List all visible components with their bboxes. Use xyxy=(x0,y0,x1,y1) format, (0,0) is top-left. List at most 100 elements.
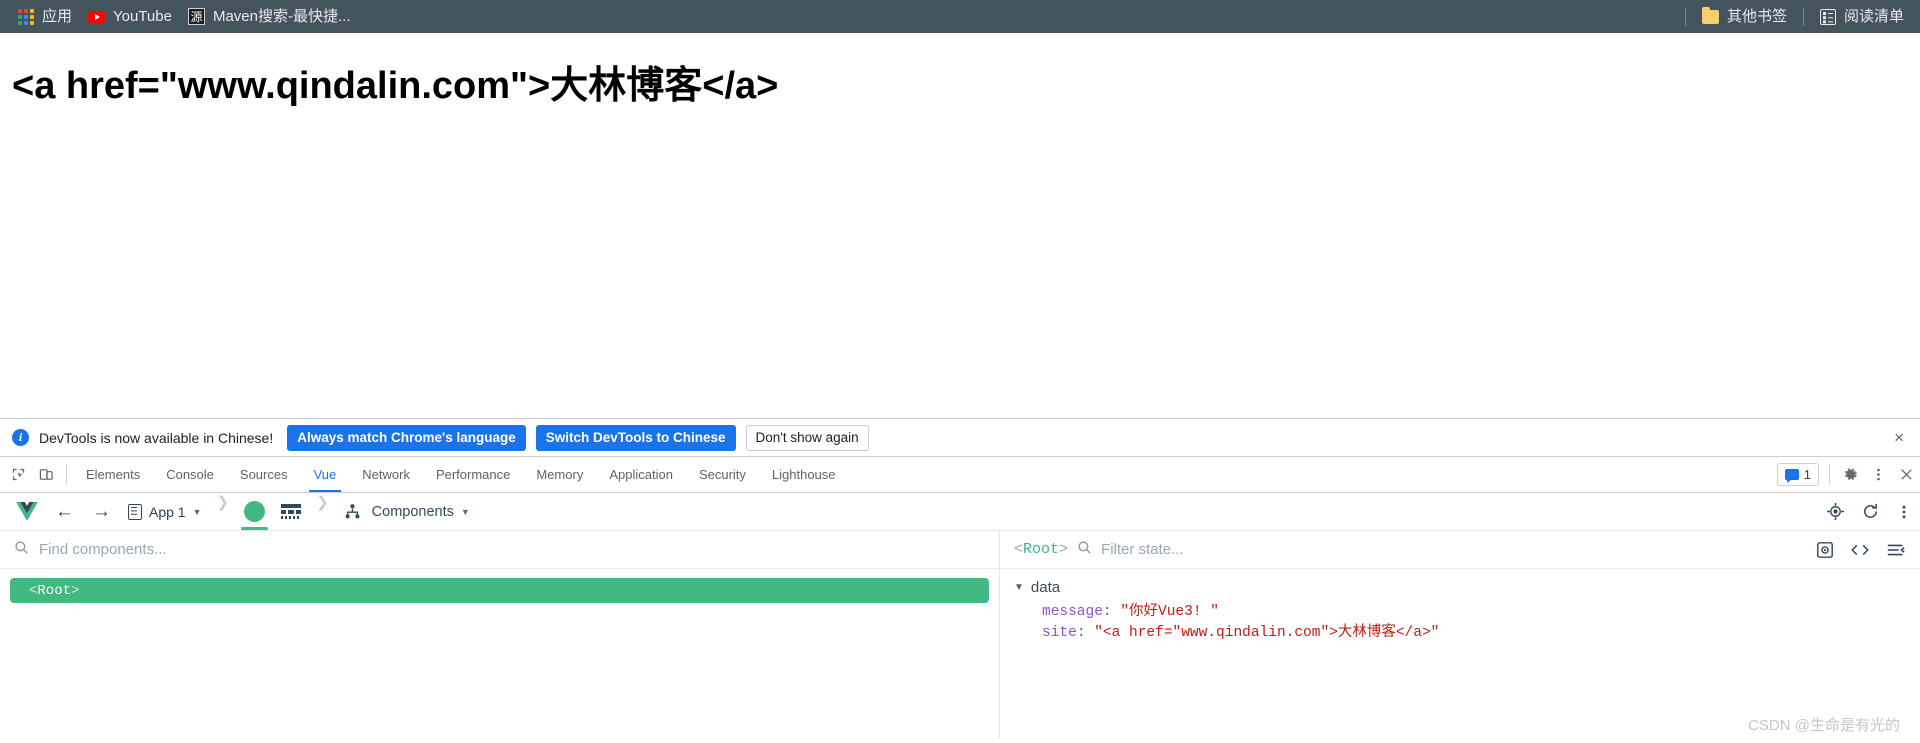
tree-item-open-bracket: < xyxy=(29,582,38,599)
forward-arrow-icon[interactable]: → xyxy=(83,493,120,530)
vue-logo-icon xyxy=(8,493,46,530)
other-bookmarks-label: 其他书签 xyxy=(1726,7,1787,25)
state-panel: <Root> Filter state... ▼ data message: "… xyxy=(1000,531,1920,738)
state-group-data[interactable]: ▼ data xyxy=(1014,579,1920,596)
vue-devtools-body: <Root> <Root> xyxy=(0,531,1920,738)
message-bubble-icon xyxy=(1784,469,1799,483)
component-tree: < Root > xyxy=(0,569,999,603)
gear-icon[interactable] xyxy=(1836,457,1864,492)
page-heading: <a href="www.qindalin.com">大林博客</a> xyxy=(12,65,779,107)
devtools-tab-bar: Elements Console Sources Vue Network Per… xyxy=(0,457,1920,493)
page-viewport: <a href="www.qindalin.com">大林博客</a> xyxy=(0,33,1920,418)
refresh-icon[interactable] xyxy=(1853,493,1888,530)
state-entry-colon: : xyxy=(1102,604,1121,620)
collapse-all-icon[interactable] xyxy=(1886,542,1906,558)
triangle-down-icon: ▼ xyxy=(1014,582,1024,593)
tabbar-divider-2 xyxy=(1829,464,1830,485)
folder-icon xyxy=(1701,6,1719,24)
vue-more-options-icon[interactable] xyxy=(1888,493,1920,530)
tabbar-spacer xyxy=(849,457,1773,492)
components-selector[interactable]: Components ▼ xyxy=(336,493,478,530)
tabbar-divider xyxy=(66,464,67,485)
back-arrow-icon[interactable]: ← xyxy=(46,493,83,530)
close-devtools-icon[interactable] xyxy=(1892,457,1920,492)
tab-application[interactable]: Application xyxy=(596,457,686,492)
always-match-language-button[interactable]: Always match Chrome's language xyxy=(287,424,526,451)
maven-icon: 源 xyxy=(187,8,205,25)
app-document-icon xyxy=(128,503,142,520)
devtools-language-notice: i DevTools is now available in Chinese! … xyxy=(0,418,1920,457)
components-panel: <Root> xyxy=(0,531,1000,738)
bookmark-maven-label: Maven搜索-最快捷... xyxy=(212,7,351,25)
inspect-element-icon[interactable] xyxy=(4,457,32,492)
tree-item-label: Root xyxy=(37,582,72,599)
reading-list-icon xyxy=(1819,8,1836,25)
breadcrumb-chevron-2: ❯ xyxy=(316,494,329,511)
state-header-actions xyxy=(1806,541,1906,559)
bookmark-apps-label: 应用 xyxy=(42,7,73,25)
selected-component-name: Root xyxy=(1023,541,1060,558)
component-tree-icon xyxy=(345,504,360,519)
state-entry-value-2: "<a href="www.qindalin.com">大林博客</a>" xyxy=(1094,625,1440,641)
state-entry-site[interactable]: site: "<a href="www.qindalin.com">大林博客</… xyxy=(1042,623,1920,644)
inspect-dom-icon[interactable] xyxy=(1816,541,1834,559)
timeline-grid-icon[interactable] xyxy=(273,493,309,530)
bookmark-bar: 应用 YouTube 源 Maven搜索-最快捷... 其他书签 阅读清单 xyxy=(0,0,1920,33)
close-icon[interactable]: × xyxy=(1890,429,1908,446)
open-in-editor-icon[interactable] xyxy=(1850,542,1870,558)
bookmark-youtube-label: YouTube xyxy=(113,7,172,25)
tab-security[interactable]: Security xyxy=(686,457,759,492)
filter-search-icon xyxy=(1077,540,1092,560)
inspector-compass-icon[interactable] xyxy=(236,493,273,530)
search-icon xyxy=(14,540,29,560)
tree-item-root[interactable]: < Root > xyxy=(10,578,989,603)
bookmark-reading-list[interactable]: 阅读清单 xyxy=(1812,5,1912,29)
state-entry-key-2: site xyxy=(1042,625,1077,641)
bookmark-divider-1 xyxy=(1684,7,1686,26)
state-entry-value: "你好Vue3! " xyxy=(1120,604,1219,620)
tab-vue[interactable]: Vue xyxy=(301,457,350,492)
tab-console[interactable]: Console xyxy=(153,457,227,492)
tab-elements[interactable]: Elements xyxy=(73,457,153,492)
find-components-input[interactable] xyxy=(39,541,985,558)
dont-show-again-button[interactable]: Don't show again xyxy=(745,424,869,451)
tab-sources[interactable]: Sources xyxy=(227,457,301,492)
notice-message: DevTools is now available in Chinese! xyxy=(39,429,274,446)
vue-devtools-toolbar: ← → App 1 ▼ ❯ ❯ Components ▼ xyxy=(0,493,1920,531)
youtube-icon xyxy=(88,10,106,23)
browser-window: 应用 YouTube 源 Maven搜索-最快捷... 其他书签 阅读清单 <a… xyxy=(0,0,1920,743)
state-entries: message: "你好Vue3! " site: "<a href="www.… xyxy=(1014,596,1920,644)
find-components-row xyxy=(0,531,999,569)
breadcrumb-chevron-1: ❯ xyxy=(216,494,230,511)
state-content: ▼ data message: "你好Vue3! " site: "<a hre… xyxy=(1000,569,1920,644)
more-options-icon[interactable] xyxy=(1864,457,1892,492)
reading-list-label: 阅读清单 xyxy=(1843,7,1904,25)
tab-lighthouse[interactable]: Lighthouse xyxy=(759,457,849,492)
vue-toolbar-spacer xyxy=(478,493,1818,530)
chevron-down-icon: ▼ xyxy=(192,506,202,517)
state-group-label: data xyxy=(1030,579,1061,596)
tab-memory[interactable]: Memory xyxy=(523,457,596,492)
components-selector-label: Components xyxy=(371,503,454,520)
state-entry-message[interactable]: message: "你好Vue3! " xyxy=(1042,602,1920,623)
message-count-badge[interactable]: 1 xyxy=(1776,463,1819,486)
state-panel-header: <Root> xyxy=(1000,531,1920,569)
chevron-down-icon-2: ▼ xyxy=(460,506,470,517)
tab-network[interactable]: Network xyxy=(349,457,423,492)
bookmark-youtube[interactable]: YouTube xyxy=(80,5,180,29)
bookmark-divider-2 xyxy=(1802,7,1804,26)
selected-component-tag: <Root> xyxy=(1014,541,1069,558)
info-icon: i xyxy=(12,429,29,446)
filter-state-input[interactable] xyxy=(1101,541,1797,558)
app-selector[interactable]: App 1 ▼ xyxy=(120,493,210,530)
switch-to-chinese-button[interactable]: Switch DevTools to Chinese xyxy=(535,424,736,451)
bookmark-maven[interactable]: 源 Maven搜索-最快捷... xyxy=(180,5,359,29)
toggle-device-toolbar-icon[interactable] xyxy=(32,457,60,492)
tab-performance[interactable]: Performance xyxy=(423,457,523,492)
state-entry-colon-2: : xyxy=(1076,625,1095,641)
bookmark-apps[interactable]: 应用 xyxy=(10,5,80,29)
select-component-target-icon[interactable] xyxy=(1818,493,1853,530)
app-selector-label: App 1 xyxy=(149,503,186,520)
bookmark-other-bookmarks[interactable]: 其他书签 xyxy=(1694,5,1795,29)
message-count-value: 1 xyxy=(1803,467,1811,482)
